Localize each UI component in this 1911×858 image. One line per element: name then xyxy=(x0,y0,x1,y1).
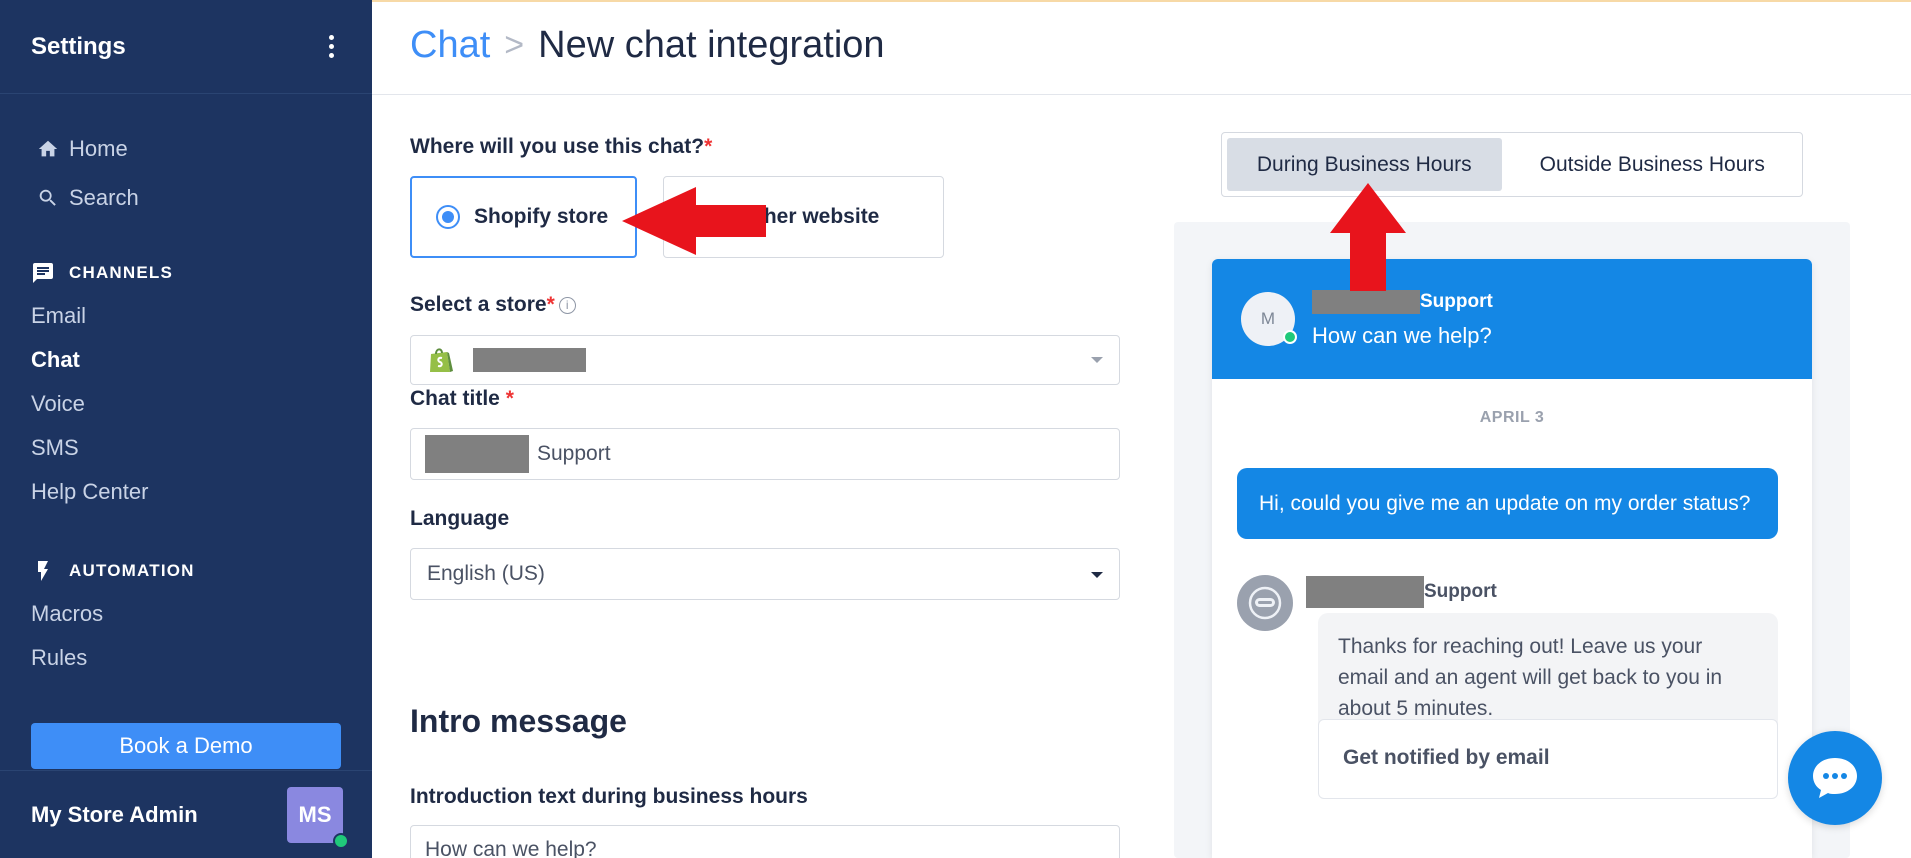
sidebar-nav: Home Search xyxy=(0,94,372,222)
annotation-arrow-up-icon xyxy=(1330,183,1406,291)
language-value: English (US) xyxy=(427,562,545,585)
bot-face-icon xyxy=(1248,586,1282,620)
language-select[interactable]: English (US) xyxy=(410,548,1120,600)
online-status-dot xyxy=(333,832,349,849)
option-shopify-store[interactable]: Shopify store xyxy=(410,176,637,258)
sidebar-item-macros[interactable]: Macros xyxy=(0,592,372,636)
info-icon[interactable]: i xyxy=(558,296,576,314)
shopify-bag-icon xyxy=(430,348,453,372)
chat-dots-icon xyxy=(1813,758,1857,798)
redacted-store-name xyxy=(1306,576,1424,608)
agent-avatar: M xyxy=(1241,292,1297,346)
sidebar-title: Settings xyxy=(31,32,126,60)
search-icon xyxy=(39,189,56,206)
user-message-bubble: Hi, could you give me an update on my or… xyxy=(1237,468,1778,539)
sidebar-item-label: Home xyxy=(69,135,128,161)
chat-header-name: Support xyxy=(1420,290,1493,312)
store-label-text: Select a store xyxy=(410,293,547,316)
breadcrumb: Chat > New chat integration xyxy=(410,24,885,67)
sidebar-item-home[interactable]: Home xyxy=(0,124,372,173)
account-name[interactable]: My Store Admin xyxy=(31,802,198,828)
usage-label: Where will you use this chat? xyxy=(410,135,705,158)
language-label: Language xyxy=(410,507,510,530)
sidebar-item-email[interactable]: Email xyxy=(0,294,372,338)
agent-name: Support xyxy=(1306,576,1497,608)
avatar-initials: MS xyxy=(298,801,332,827)
usage-question: Where will you use this chat?* xyxy=(410,135,712,159)
redacted-store-name xyxy=(425,435,529,473)
sidebar-footer: My Store Admin MS xyxy=(0,770,372,858)
chat-launcher-button[interactable] xyxy=(1788,731,1882,825)
chat-header-text: Support How can we help? xyxy=(1312,289,1493,349)
sidebar-item-sms[interactable]: SMS xyxy=(0,426,372,470)
sidebar-item-rules[interactable]: Rules xyxy=(0,636,372,680)
intro-text-input[interactable]: How can we help? xyxy=(410,825,1120,858)
chat-title-value: Support xyxy=(537,442,611,465)
breadcrumb-separator: > xyxy=(504,26,525,64)
tab-outside-business-hours[interactable]: Outside Business Hours xyxy=(1508,138,1797,191)
intro-text-label: Introduction text during business hours xyxy=(410,785,808,808)
online-status-dot xyxy=(1283,330,1297,344)
home-icon xyxy=(38,140,58,156)
lightning-icon xyxy=(38,561,48,581)
chat-title-input[interactable]: Support xyxy=(410,428,1120,480)
option-label: Shopify store xyxy=(474,205,609,228)
sidebar-item-label: Search xyxy=(69,184,139,210)
agent-message-row: Support Thanks for reaching out! Leave u… xyxy=(1212,575,1812,815)
intro-message-heading: Intro message xyxy=(410,703,627,739)
sidebar-item-chat[interactable]: Chat xyxy=(0,338,372,382)
sidebar-item-voice[interactable]: Voice xyxy=(0,382,372,426)
store-select[interactable] xyxy=(410,335,1120,385)
chat-header-subtitle: How can we help? xyxy=(1312,322,1492,348)
avatar[interactable]: MS xyxy=(287,786,349,849)
sidebar-item-help-center[interactable]: Help Center xyxy=(0,470,372,514)
intro-text-value: How can we help? xyxy=(425,838,597,858)
page-header: Chat > New chat integration xyxy=(372,0,1911,95)
chat-header-title: Support xyxy=(1312,289,1493,314)
agent-name-text: Support xyxy=(1424,581,1497,602)
required-mark: * xyxy=(546,293,555,316)
store-label: Select a store * i xyxy=(410,293,576,317)
book-demo-button[interactable]: Book a Demo xyxy=(31,723,341,769)
automation-heading-label: AUTOMATION xyxy=(69,561,195,580)
redacted-store-name xyxy=(473,348,586,372)
chat-title-label-text: Chat title xyxy=(410,387,500,410)
required-mark: * xyxy=(505,387,514,410)
sidebar: Settings Home Search CHANNELS Email Chat… xyxy=(0,0,372,858)
sidebar-item-search[interactable]: Search xyxy=(0,173,372,222)
chat-widget-header: M Support How can we help? xyxy=(1212,259,1812,379)
redacted-store-name xyxy=(1312,289,1420,314)
business-hours-tabs: During Business Hours Outside Business H… xyxy=(1221,132,1803,197)
automation-heading: AUTOMATION xyxy=(0,556,372,586)
annotation-arrow-left-icon xyxy=(622,187,766,255)
radio-selected-icon[interactable] xyxy=(436,205,460,229)
sidebar-header: Settings xyxy=(0,0,372,94)
chevron-down-icon xyxy=(1091,572,1103,578)
breadcrumb-chat-link[interactable]: Chat xyxy=(410,24,490,67)
required-mark: * xyxy=(704,135,713,158)
bot-avatar-icon xyxy=(1237,575,1293,631)
chat-title-label: Chat title * xyxy=(410,387,514,411)
channels-heading: CHANNELS xyxy=(0,258,372,288)
avatar-initial: M xyxy=(1260,309,1276,328)
chevron-down-icon xyxy=(1091,357,1103,363)
chat-widget-preview: M Support How can we help? APRIL 3 Hi, c… xyxy=(1212,259,1812,858)
more-options-icon[interactable] xyxy=(321,31,341,63)
page-title: New chat integration xyxy=(538,24,885,66)
email-notify-card[interactable]: Get notified by email xyxy=(1318,719,1778,799)
date-separator: APRIL 3 xyxy=(1479,409,1545,426)
chat-bubble-icon xyxy=(33,263,53,283)
channels-heading-label: CHANNELS xyxy=(69,263,174,282)
